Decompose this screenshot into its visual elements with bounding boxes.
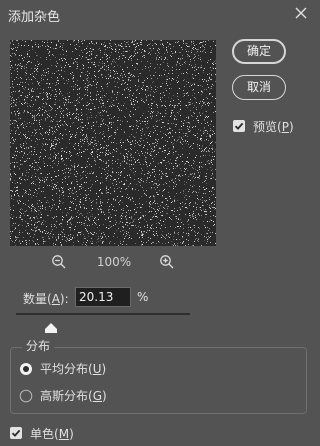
monochromatic-label-text: 单色 xyxy=(30,427,55,441)
amount-label: 数量(A): xyxy=(23,292,69,306)
gaussian-mnemonic: G xyxy=(92,389,103,403)
uniform-label-text: 平均分布 xyxy=(40,362,89,376)
dialog-title: 添加杂色 xyxy=(8,10,61,25)
zoom-in-icon[interactable] xyxy=(159,254,175,270)
amount-label-text: 数量 xyxy=(23,292,48,306)
gaussian-label-text: 高斯分布 xyxy=(40,389,89,403)
monochromatic-checkbox-label[interactable]: 单色(M) xyxy=(30,425,74,442)
amount-slider-track[interactable] xyxy=(16,313,190,315)
uniform-mnemonic: U xyxy=(92,362,102,376)
amount-slider-thumb[interactable] xyxy=(45,318,58,333)
preview-area[interactable] xyxy=(10,40,216,246)
checkmark-icon xyxy=(234,122,244,130)
ok-button[interactable]: 确定 xyxy=(232,39,286,64)
monochromatic-checkbox[interactable] xyxy=(10,427,22,439)
amount-input[interactable] xyxy=(75,287,131,307)
close-icon[interactable] xyxy=(293,5,309,21)
amount-mnemonic: A xyxy=(51,292,60,306)
monochromatic-mnemonic: M xyxy=(58,427,70,441)
zoom-level: 100% xyxy=(96,255,132,269)
cancel-button[interactable]: 取消 xyxy=(232,75,286,100)
gaussian-radio[interactable] xyxy=(19,388,33,403)
preview-checkbox-label[interactable]: 预览(P) xyxy=(253,118,294,135)
preview-mnemonic: P xyxy=(281,120,289,134)
uniform-radio[interactable] xyxy=(19,361,33,375)
distribution-legend: 分布 xyxy=(22,337,55,354)
title-bar: 添加杂色 xyxy=(0,0,313,30)
noise-preview-image xyxy=(10,40,216,246)
preview-label-text: 预览 xyxy=(253,120,278,134)
checkmark-icon xyxy=(11,429,21,437)
uniform-radio-label[interactable]: 平均分布(U) xyxy=(40,360,106,377)
zoom-out-icon[interactable] xyxy=(51,254,67,270)
add-noise-dialog: 添加杂色 100% 确定 取消 预览(P) 数量(A): % xyxy=(0,0,313,446)
preview-checkbox[interactable] xyxy=(233,120,245,132)
amount-unit: % xyxy=(137,290,149,304)
gaussian-radio-label[interactable]: 高斯分布(G) xyxy=(40,387,107,404)
